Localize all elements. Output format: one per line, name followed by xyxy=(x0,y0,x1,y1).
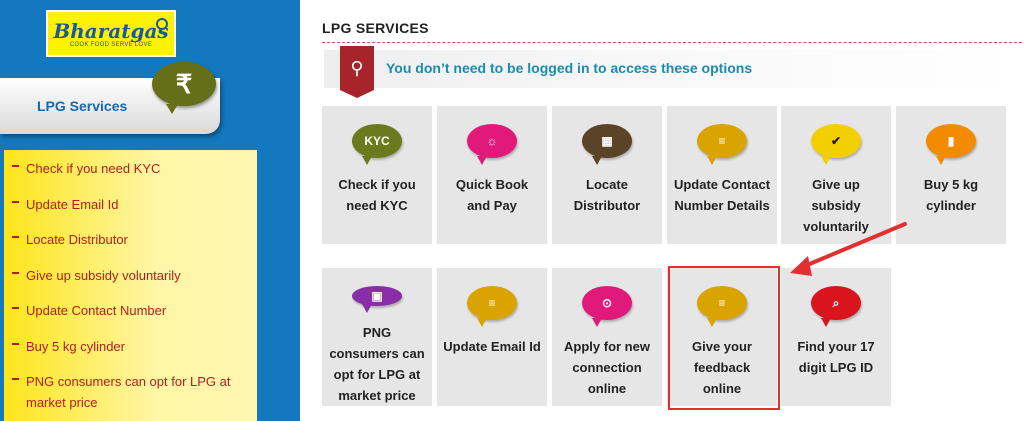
tile-label: PNG consumers can opt for LPG at market … xyxy=(329,325,425,403)
tile-label: Locate Distributor xyxy=(573,177,641,213)
png-icon: ▣ xyxy=(352,286,402,313)
tile-label: Find your 17 digit LPG ID xyxy=(797,339,875,375)
sidebar-menu: Check if you need KYC Update Email Id Lo… xyxy=(4,150,257,421)
sidebar-item-contact[interactable]: Update Contact Number xyxy=(4,300,257,336)
search-icon: ⌕ xyxy=(811,286,861,327)
message-icon: ≡ xyxy=(697,124,747,165)
sidebar-item-png[interactable]: PNG consumers can opt for LPG at market … xyxy=(4,371,257,421)
booking-icon: ☼ xyxy=(467,124,517,165)
sidebar-item-label: Update Email Id xyxy=(26,196,119,212)
map-icon: ▦ xyxy=(582,124,632,165)
tile-apply-for-new-connection-online[interactable]: ⊙ Apply for new connection online xyxy=(552,268,662,406)
tile-check-if-you-need-kyc[interactable]: KYC Check if you need KYC xyxy=(322,106,432,244)
tile-label: Apply for new connection online xyxy=(564,339,650,396)
page: Bharatgas COOK FOOD SERVE LOVE LPG Servi… xyxy=(0,0,1024,421)
sidebar-item-subsidy[interactable]: Give up subsidy voluntarily xyxy=(4,265,257,301)
logo-name: Bharatgas xyxy=(53,18,169,43)
tile-locate-distributor[interactable]: ▦ Locate Distributor xyxy=(552,106,662,244)
sidebar-item-label: Give up subsidy voluntarily xyxy=(26,267,181,283)
tile-label: Update Email Id xyxy=(443,339,541,354)
kyc-icon: KYC xyxy=(352,124,402,165)
sidebar: Bharatgas COOK FOOD SERVE LOVE LPG Servi… xyxy=(0,0,300,421)
tile-png-consumers-can-opt-for-lpg-at-market-price[interactable]: ▣ PNG consumers can opt for LPG at market… xyxy=(322,268,432,406)
sidebar-item-label: Buy 5 kg cylinder xyxy=(26,338,125,354)
feedback-highlight-box xyxy=(668,266,780,410)
tile-update-email-id[interactable]: ≡ Update Email Id xyxy=(437,268,547,406)
notice-text: You don’t need to be logged in to access… xyxy=(386,60,753,76)
tile-label: Check if you need KYC xyxy=(338,177,416,213)
tile-give-up-subsidy-voluntarily[interactable]: ✔ Give up subsidy voluntarily xyxy=(781,106,891,244)
search-icon: ⚲ xyxy=(340,46,374,98)
bharatgas-logo[interactable]: Bharatgas COOK FOOD SERVE LOVE xyxy=(46,10,176,57)
sidebar-item-label: Locate Distributor xyxy=(26,232,128,247)
page-title: LPG SERVICES xyxy=(322,20,429,36)
tile-update-contact-number-details[interactable]: ≡ Update Contact Number Details xyxy=(667,106,777,244)
cylinder-icon: ▮ xyxy=(926,124,976,165)
tile-label: Give up subsidy voluntarily xyxy=(803,177,869,234)
rupee-icon: ₹ xyxy=(152,62,216,114)
divider xyxy=(322,42,1022,43)
sidebar-item-label: PNG consumers can opt for LPG at market … xyxy=(26,374,231,410)
tile-label: Quick Book and Pay xyxy=(455,177,529,213)
sidebar-item-label: Update Contact Number xyxy=(26,303,167,318)
sidebar-item-label: Check if you need KYC xyxy=(26,161,161,176)
sidebar-item-distributor[interactable]: Locate Distributor xyxy=(4,229,257,265)
logo-tagline: COOK FOOD SERVE LOVE xyxy=(69,41,153,48)
tile-label: Buy 5 kg cylinder xyxy=(923,177,979,213)
tile-buy-5-kg-cylinder[interactable]: ▮ Buy 5 kg cylinder xyxy=(896,106,1006,244)
connection-icon: ⊙ xyxy=(582,286,632,327)
sidebar-item-cylinder[interactable]: Buy 5 kg cylinder xyxy=(4,336,257,372)
tile-label: Update Contact Number Details xyxy=(673,177,771,213)
sidebar-item-kyc[interactable]: Check if you need KYC xyxy=(4,158,257,194)
sidebar-item-email[interactable]: Update Email Id xyxy=(4,194,257,230)
message-icon: ≡ xyxy=(467,286,517,327)
tab-label: LPG Services xyxy=(37,98,128,114)
tile-find-your-17-digit-lpg-id[interactable]: ⌕ Find your 17 digit LPG ID xyxy=(781,268,891,406)
notice-banner: ⚲ You don’t need to be logged in to acce… xyxy=(324,46,1024,98)
tile-quick-book-and-pay[interactable]: ☼ Quick Book and Pay xyxy=(437,106,547,244)
emblem-icon xyxy=(156,18,168,30)
checkmark-icon: ✔ xyxy=(811,124,861,165)
